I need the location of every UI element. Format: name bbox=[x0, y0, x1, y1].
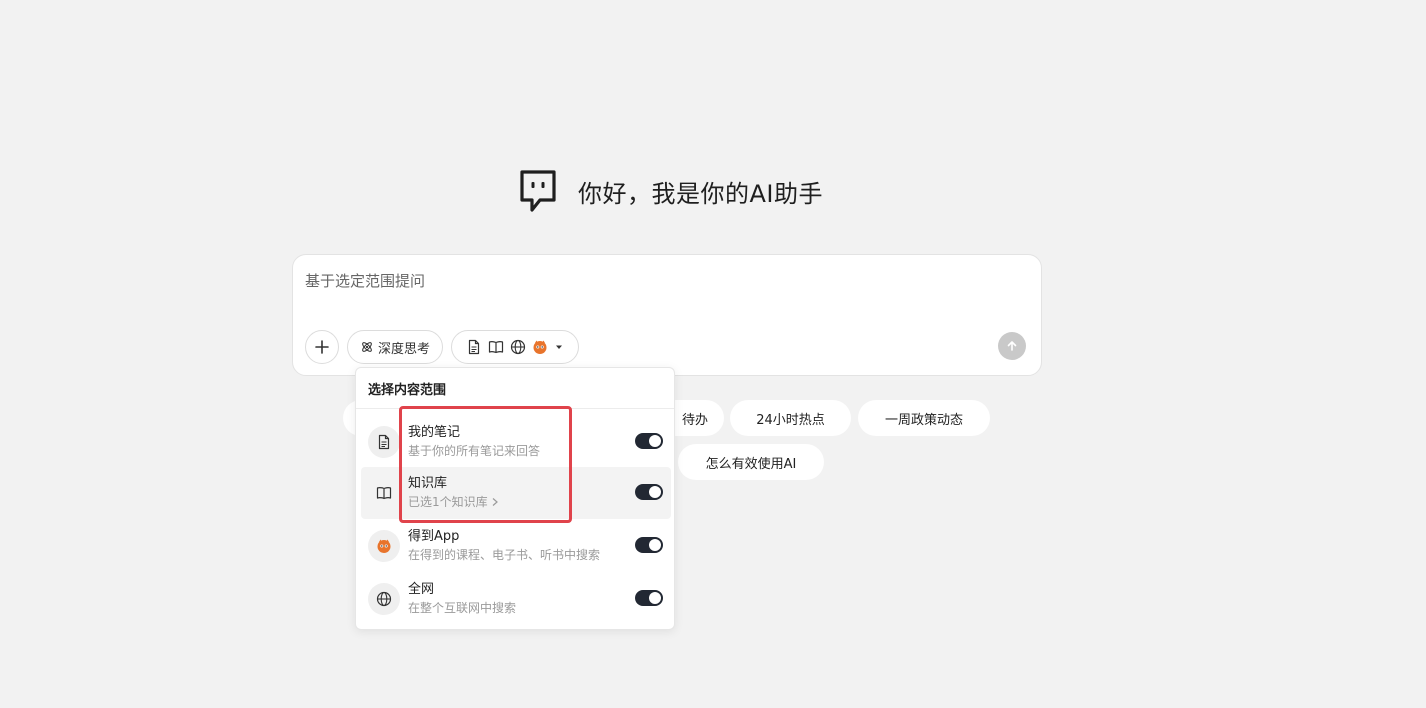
scope-item-desc-text: 基于你的所有笔记来回答 bbox=[408, 444, 541, 458]
scope-toggle-web[interactable] bbox=[635, 590, 663, 606]
suggestion-label: 待办 bbox=[681, 412, 708, 428]
scope-item-icon-wrap bbox=[368, 583, 400, 615]
plus-icon bbox=[315, 340, 329, 354]
dedao-logo-icon bbox=[377, 539, 391, 553]
document-icon bbox=[378, 434, 390, 450]
document-icon bbox=[468, 339, 480, 355]
scope-item-dedao-app[interactable]: 得到App 在得到的课程、电子书、听书中搜索 bbox=[361, 520, 671, 572]
scope-toggle-notes[interactable] bbox=[635, 433, 663, 449]
scope-item-web[interactable]: 全网 在整个互联网中搜索 bbox=[361, 573, 671, 625]
suggestion-chip-hot[interactable]: 24小时热点 bbox=[730, 400, 851, 436]
send-button[interactable] bbox=[998, 332, 1026, 360]
suggestion-label: 一周政策动态 bbox=[884, 412, 963, 428]
scope-item-desc-text: 在整个互联网中搜索 bbox=[408, 601, 517, 615]
toggle-knob bbox=[649, 435, 661, 447]
assistant-logo-icon bbox=[520, 170, 556, 212]
scope-toggle-knowledge-base[interactable] bbox=[635, 484, 663, 500]
toggle-knob bbox=[649, 592, 661, 604]
greeting: 你好，我是你的AI助手 bbox=[518, 168, 823, 214]
scope-item-desc: 基于你的所有笔记来回答 bbox=[408, 442, 540, 460]
scope-toggle-dedao-app[interactable] bbox=[635, 537, 663, 553]
arrow-up-icon bbox=[1007, 341, 1017, 351]
scope-item-text: 得到App 在得到的课程、电子书、听书中搜索 bbox=[408, 528, 600, 564]
scope-item-desc: 在得到的课程、电子书、听书中搜索 bbox=[408, 546, 600, 564]
add-button[interactable] bbox=[305, 330, 339, 364]
deep-think-button[interactable]: 深度思考 bbox=[347, 330, 443, 364]
dedao-logo-icon bbox=[533, 340, 547, 354]
scope-item-name: 我的笔记 bbox=[408, 425, 461, 440]
scope-item-text: 全网 在整个互联网中搜索 bbox=[408, 581, 516, 617]
scope-item-text: 知识库 已选1个知识库 bbox=[408, 475, 499, 511]
toggle-knob bbox=[649, 539, 661, 551]
globe-icon bbox=[376, 591, 392, 607]
chevron-right-icon bbox=[492, 498, 498, 506]
scope-item-notes[interactable]: 我的笔记 基于你的所有笔记来回答 bbox=[361, 416, 671, 468]
scope-item-desc-text: 已选1个知识库 bbox=[408, 495, 488, 509]
book-icon bbox=[488, 341, 504, 354]
atom-icon bbox=[362, 342, 372, 352]
book-icon bbox=[376, 487, 392, 500]
scope-item-icon-wrap bbox=[368, 426, 400, 458]
page: 你好，我是你的AI助手 深度思考 bbox=[0, 0, 1426, 708]
suggestion-label: 24小时热点 bbox=[756, 412, 825, 428]
scope-item-icon-wrap bbox=[368, 530, 400, 562]
scope-selector-button[interactable] bbox=[451, 330, 579, 364]
scope-dropdown-title: 选择内容范围 bbox=[356, 368, 674, 409]
scope-item-desc: 在整个互联网中搜索 bbox=[408, 599, 516, 617]
scope-item-name: 得到App bbox=[408, 529, 460, 544]
scope-item-name: 全网 bbox=[408, 582, 435, 597]
globe-icon bbox=[510, 339, 526, 355]
scope-item-knowledge-base[interactable]: 知识库 已选1个知识库 bbox=[361, 467, 671, 519]
greeting-text: 你好，我是你的AI助手 bbox=[578, 179, 823, 208]
prompt-input[interactable] bbox=[305, 269, 1005, 293]
suggestion-label: 怎么有效使用AI bbox=[705, 456, 797, 472]
scope-item-text: 我的笔记 基于你的所有笔记来回答 bbox=[408, 424, 540, 460]
scope-item-name: 知识库 bbox=[408, 476, 448, 491]
toggle-knob bbox=[649, 486, 661, 498]
deep-think-label: 深度思考 bbox=[377, 341, 430, 357]
scope-item-desc-text: 在得到的课程、电子书、听书中搜索 bbox=[408, 548, 601, 562]
caret-down-icon bbox=[556, 345, 562, 349]
prompt-box: 深度思考 bbox=[292, 254, 1042, 376]
scope-dropdown: 选择内容范围 我的笔记 基于你的所有笔记来回答 知识库 已选1个知识库 得到Ap… bbox=[355, 367, 675, 630]
scope-item-icon-wrap bbox=[368, 477, 400, 509]
suggestion-chip-policy[interactable]: 一周政策动态 bbox=[858, 400, 990, 436]
scope-item-desc[interactable]: 已选1个知识库 bbox=[408, 493, 499, 511]
suggestion-chip-ai-usage[interactable]: 怎么有效使用AI bbox=[678, 444, 824, 480]
